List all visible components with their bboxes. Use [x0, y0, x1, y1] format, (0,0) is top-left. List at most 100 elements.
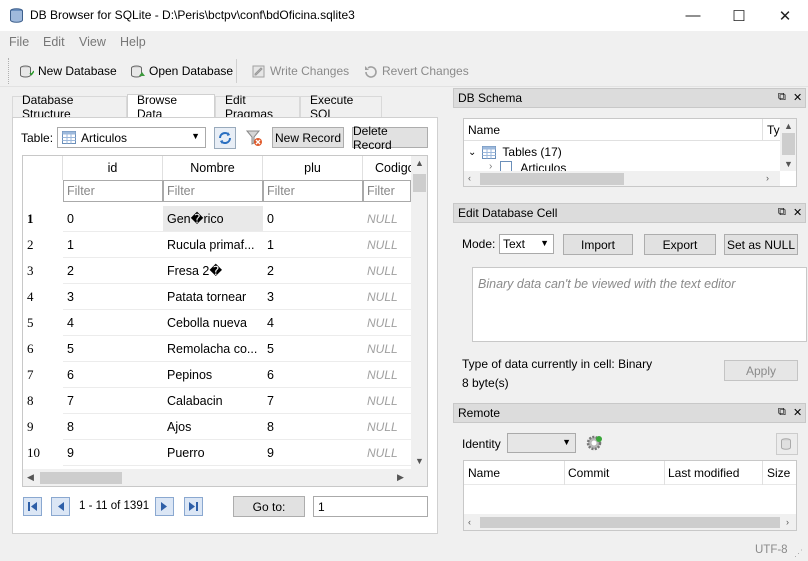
cell-id[interactable]: 1: [63, 232, 163, 258]
cell-id[interactable]: 2: [63, 258, 163, 284]
cell-codigo[interactable]: NULL: [363, 232, 411, 258]
cell-plu[interactable]: 6: [263, 362, 363, 388]
cell-plu[interactable]: 7: [263, 388, 363, 414]
row-header[interactable]: 5: [23, 310, 62, 336]
row-header[interactable]: 4: [23, 284, 62, 310]
close-icon[interactable]: ✕: [793, 91, 802, 104]
schema-horizontal-scrollbar[interactable]: ‹ ›: [464, 171, 780, 186]
menu-view[interactable]: View: [79, 35, 106, 49]
remote-horizontal-scrollbar[interactable]: ‹ ›: [464, 514, 796, 530]
import-button[interactable]: Import: [563, 234, 633, 255]
remote-column-name[interactable]: Name: [468, 466, 500, 480]
open-database-button[interactable]: Open Database: [130, 62, 233, 80]
first-record-button[interactable]: [23, 497, 42, 516]
schema-column-name[interactable]: Name: [468, 123, 500, 137]
tab-edit-pragmas[interactable]: Edit Pragmas: [215, 93, 300, 121]
row-header[interactable]: 3: [23, 258, 62, 284]
new-database-button[interactable]: New Database: [19, 62, 117, 80]
write-changes-button[interactable]: Write Changes: [251, 62, 349, 80]
cell-nombre[interactable]: Fresa 2�: [163, 258, 263, 284]
close-button[interactable]: ✕: [762, 0, 808, 31]
menu-file[interactable]: File: [9, 35, 29, 49]
tables-node[interactable]: ⌄ Tables (17): [468, 143, 562, 161]
cell-id[interactable]: 7: [63, 388, 163, 414]
clear-filters-button[interactable]: [243, 127, 265, 149]
row-header[interactable]: 1: [23, 206, 62, 232]
column-header-plu[interactable]: plu: [263, 156, 363, 180]
row-header[interactable]: 2: [23, 232, 62, 258]
float-icon[interactable]: ⧉: [778, 91, 786, 104]
filter-input-nombre[interactable]: Filter: [163, 180, 263, 202]
cell-plu[interactable]: 1: [263, 232, 363, 258]
close-icon[interactable]: ✕: [793, 406, 802, 419]
cell-codigo[interactable]: NULL: [363, 440, 411, 466]
cell-plu[interactable]: 5: [263, 336, 363, 362]
vertical-scroll-thumb[interactable]: [413, 174, 426, 192]
cell-nombre[interactable]: Pepinos: [163, 362, 263, 388]
cell-codigo[interactable]: NULL: [363, 258, 411, 284]
horizontal-scroll-thumb[interactable]: [40, 472, 122, 484]
column-header-nombre[interactable]: Nombre: [163, 156, 263, 180]
maximize-button[interactable]: ☐: [716, 0, 762, 31]
cell-id[interactable]: 4: [63, 310, 163, 336]
scroll-left-icon[interactable]: ‹: [468, 517, 471, 527]
refresh-button[interactable]: [214, 127, 236, 149]
identity-settings-button[interactable]: [583, 432, 605, 454]
tab-execute-sql[interactable]: Execute SQL: [300, 93, 382, 121]
last-record-button[interactable]: [184, 497, 203, 516]
cell-plu[interactable]: 9: [263, 440, 363, 466]
delete-record-button[interactable]: Delete Record: [352, 124, 428, 152]
vertical-scrollbar[interactable]: ▲ ▼: [411, 156, 427, 469]
cell-id[interactable]: 9: [63, 440, 163, 466]
scroll-up-icon[interactable]: ▲: [411, 158, 427, 168]
set-as-null-button[interactable]: Set as NULL: [724, 234, 798, 255]
filter-input-codigo[interactable]: Filter: [363, 180, 411, 202]
cell-nombre[interactable]: Calabacin: [163, 388, 263, 414]
next-record-button[interactable]: [155, 497, 174, 516]
export-button[interactable]: Export: [644, 234, 716, 255]
scroll-right-icon[interactable]: ›: [766, 173, 769, 183]
apply-button[interactable]: Apply: [724, 360, 798, 381]
remote-column-commit[interactable]: Commit: [568, 466, 609, 480]
mode-select[interactable]: Text ▼: [499, 234, 554, 254]
row-header[interactable]: 8: [23, 388, 62, 414]
schema-vertical-scrollbar[interactable]: ▲ ▼: [780, 119, 796, 171]
resize-grip-icon[interactable]: ⋰: [794, 548, 804, 558]
goto-input[interactable]: 1: [313, 496, 428, 517]
float-icon[interactable]: ⧉: [778, 206, 786, 219]
tab-database-structure[interactable]: Database Structure: [12, 93, 127, 121]
cell-codigo[interactable]: NULL: [363, 310, 411, 336]
schema-column-type[interactable]: Ty: [767, 123, 780, 137]
cell-nombre[interactable]: Cebolla nueva: [163, 310, 263, 336]
cell-codigo[interactable]: NULL: [363, 362, 411, 388]
cell-nombre[interactable]: Puerro: [163, 440, 263, 466]
cell-id[interactable]: 8: [63, 414, 163, 440]
cell-nombre[interactable]: Patata tornear: [163, 284, 263, 310]
tab-browse-data[interactable]: Browse Data: [127, 93, 215, 121]
scroll-right-icon[interactable]: ▶: [397, 472, 404, 483]
row-header[interactable]: 6: [23, 336, 62, 362]
cell-nombre[interactable]: Remolacha co...: [163, 336, 263, 362]
cell-codigo[interactable]: NULL: [363, 388, 411, 414]
horizontal-scrollbar[interactable]: ◀ ▶: [23, 469, 427, 486]
scroll-right-icon[interactable]: ›: [786, 517, 789, 527]
cell-plu[interactable]: 2: [263, 258, 363, 284]
close-icon[interactable]: ✕: [793, 206, 802, 219]
cell-editor[interactable]: Binary data can't be viewed with the tex…: [472, 267, 807, 342]
cell-nombre[interactable]: Gen�rico: [163, 206, 263, 232]
cell-nombre[interactable]: Ajos: [163, 414, 263, 440]
cell-plu[interactable]: 8: [263, 414, 363, 440]
row-header[interactable]: 9: [23, 414, 62, 440]
remote-column-last-modified[interactable]: Last modified: [668, 466, 739, 480]
scroll-down-icon[interactable]: ▼: [780, 159, 796, 169]
row-header[interactable]: 10: [23, 440, 62, 466]
cell-codigo[interactable]: NULL: [363, 284, 411, 310]
cell-id[interactable]: 3: [63, 284, 163, 310]
horizontal-scroll-thumb[interactable]: [480, 517, 780, 528]
menu-help[interactable]: Help: [120, 35, 146, 49]
chevron-down-icon[interactable]: ⌄: [468, 147, 476, 158]
filter-input-plu[interactable]: Filter: [263, 180, 363, 202]
cell-id[interactable]: 0: [63, 206, 163, 232]
scroll-up-icon[interactable]: ▲: [780, 121, 796, 131]
row-header[interactable]: 7: [23, 362, 62, 388]
